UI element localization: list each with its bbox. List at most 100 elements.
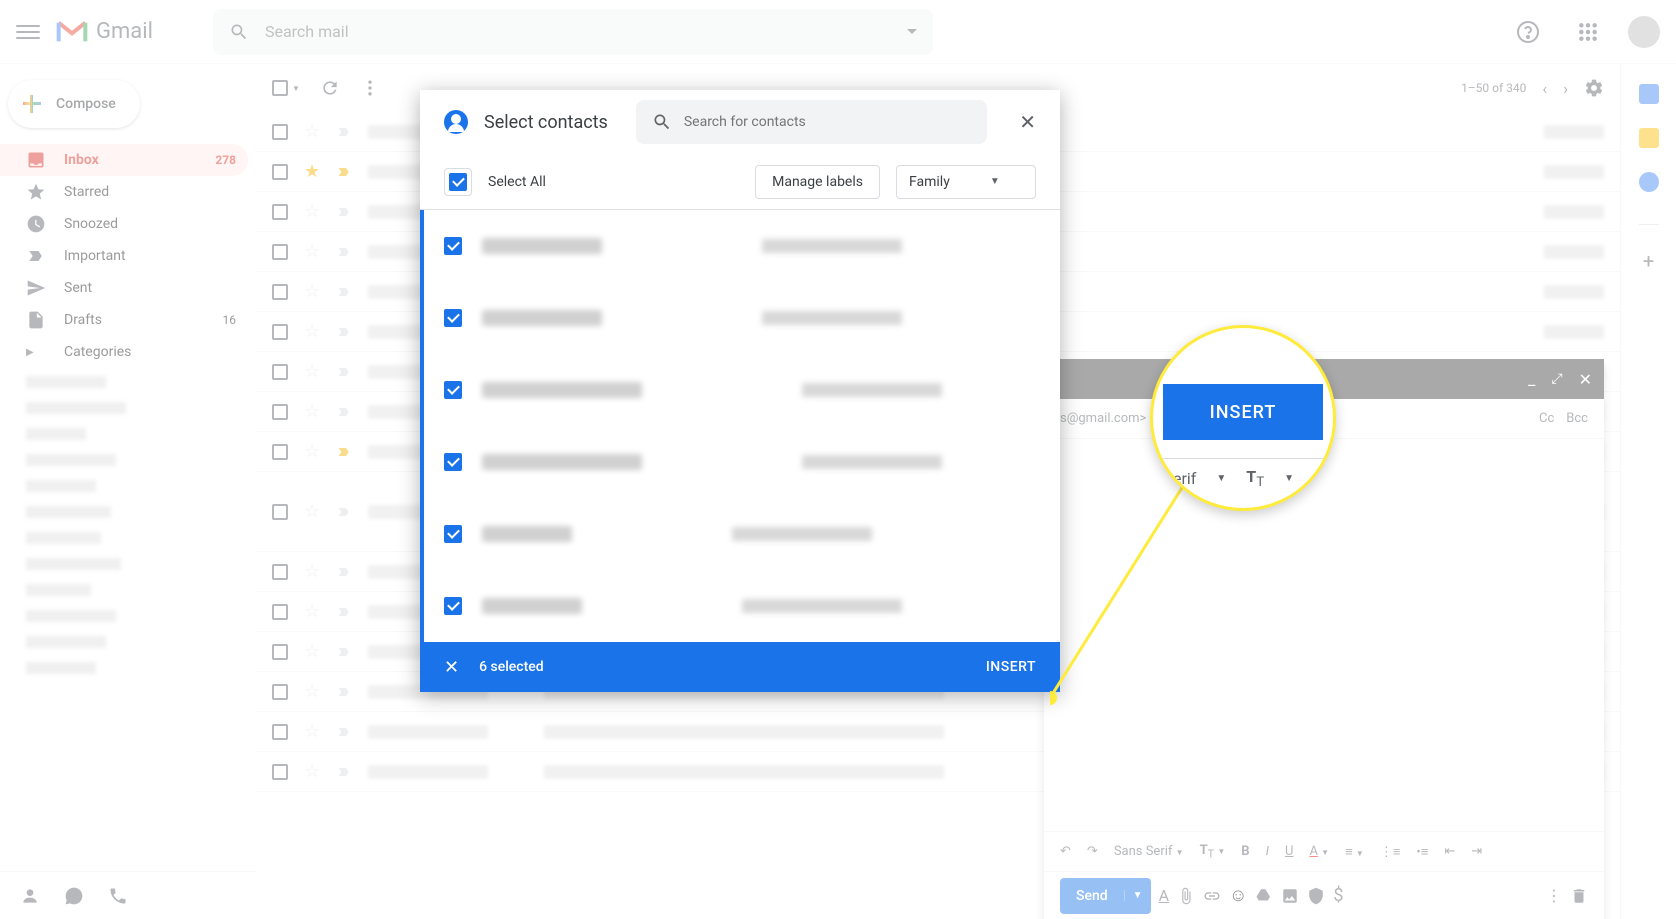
person-icon[interactable] — [20, 886, 40, 906]
contact-row[interactable] — [420, 498, 1060, 570]
support-button[interactable] — [1508, 12, 1548, 52]
star-icon[interactable]: ☆ — [304, 641, 320, 662]
important-marker-icon[interactable] — [336, 444, 352, 460]
sidebar-item-drafts[interactable]: Drafts 16 — [0, 304, 248, 336]
calendar-icon[interactable] — [1639, 84, 1659, 104]
star-icon[interactable]: ☆ — [304, 361, 320, 382]
contact-checkbox[interactable] — [444, 453, 462, 471]
indent-less-button[interactable]: ⇤ — [1444, 844, 1455, 859]
gmail-logo[interactable]: Gmail — [56, 19, 153, 44]
important-marker-icon[interactable] — [336, 724, 352, 740]
redo-icon[interactable]: ↷ — [1087, 844, 1098, 859]
sidebar-item-snoozed[interactable]: Snoozed — [0, 208, 248, 240]
dropdown-caret-icon[interactable]: ▼ — [292, 84, 300, 93]
contact-row[interactable] — [420, 282, 1060, 354]
star-icon[interactable]: ☆ — [304, 201, 320, 222]
cc-button[interactable]: Cc — [1539, 411, 1554, 426]
prev-page-button[interactable]: ‹ — [1542, 79, 1547, 98]
important-marker-icon[interactable] — [336, 164, 352, 180]
money-icon[interactable]: $ — [1333, 885, 1343, 906]
account-avatar[interactable] — [1628, 16, 1660, 48]
contact-checkbox[interactable] — [444, 237, 462, 255]
star-icon[interactable]: ☆ — [304, 681, 320, 702]
important-marker-icon[interactable] — [336, 564, 352, 580]
important-marker-icon[interactable] — [336, 644, 352, 660]
apps-button[interactable] — [1568, 12, 1608, 52]
minimize-icon[interactable]: _ — [1528, 370, 1535, 389]
star-icon[interactable]: ☆ — [304, 721, 320, 742]
star-icon[interactable]: ☆ — [304, 241, 320, 262]
send-button[interactable]: Send ▼ — [1060, 878, 1151, 914]
important-marker-icon[interactable] — [336, 684, 352, 700]
font-size-select[interactable]: TT ▼ — [1200, 843, 1226, 861]
footer-close-button[interactable]: ✕ — [444, 657, 459, 678]
sidebar-item-inbox[interactable]: Inbox 278 — [0, 144, 248, 176]
sidebar-item-starred[interactable]: Starred — [0, 176, 248, 208]
attach-icon[interactable] — [1177, 887, 1195, 905]
more-icon[interactable] — [360, 78, 380, 98]
confidential-icon[interactable] — [1307, 887, 1325, 905]
select-all-checkbox[interactable] — [272, 80, 288, 96]
drive-icon[interactable] — [1255, 887, 1273, 905]
contact-row[interactable] — [420, 354, 1060, 426]
search-options-dropdown[interactable] — [907, 29, 917, 34]
star-icon[interactable]: ★ — [304, 161, 320, 182]
sidebar-item-categories[interactable]: ▶ Categories — [0, 336, 248, 368]
search-input[interactable] — [265, 22, 907, 41]
close-icon[interactable]: ✕ — [1579, 370, 1592, 389]
align-button[interactable]: ≡ ▼ — [1345, 844, 1364, 860]
refresh-icon[interactable] — [320, 78, 340, 98]
phone-icon[interactable] — [108, 886, 128, 906]
numbered-list-button[interactable]: ⋮≡ — [1380, 844, 1401, 860]
label-filter-select[interactable]: Family ▼ — [896, 165, 1036, 199]
contact-checkbox[interactable] — [444, 525, 462, 543]
bulleted-list-button[interactable]: •≡ — [1416, 844, 1428, 860]
manage-labels-button[interactable]: Manage labels — [755, 165, 880, 199]
star-icon[interactable]: ☆ — [304, 401, 320, 422]
contacts-search[interactable] — [636, 100, 987, 144]
contact-row[interactable] — [420, 426, 1060, 498]
hangouts-icon[interactable] — [64, 886, 84, 906]
star-icon[interactable]: ☆ — [304, 761, 320, 782]
italic-button[interactable]: I — [1266, 844, 1269, 859]
underline-button[interactable]: U — [1285, 844, 1293, 859]
contact-row[interactable] — [420, 570, 1060, 642]
undo-icon[interactable]: ↶ — [1060, 844, 1071, 859]
fullscreen-icon[interactable]: ⤢ — [1551, 371, 1562, 387]
important-marker-icon[interactable] — [336, 764, 352, 780]
settings-icon[interactable] — [1584, 78, 1604, 98]
contacts-search-input[interactable] — [684, 114, 971, 130]
next-page-button[interactable]: › — [1563, 79, 1568, 98]
star-icon[interactable]: ☆ — [304, 601, 320, 622]
sidebar-item-sent[interactable]: Sent — [0, 272, 248, 304]
font-family-select[interactable]: Sans Serif ▼ — [1114, 844, 1184, 859]
add-addon-button[interactable]: + — [1643, 249, 1654, 273]
main-menu-button[interactable] — [16, 20, 40, 44]
insert-button[interactable]: INSERT — [986, 659, 1036, 675]
select-all-checkbox[interactable] — [449, 173, 467, 191]
bold-button[interactable]: B — [1241, 844, 1249, 859]
contact-checkbox[interactable] — [444, 597, 462, 615]
link-icon[interactable] — [1203, 887, 1221, 905]
important-marker-icon[interactable] — [336, 204, 352, 220]
compose-button[interactable]: Compose — [8, 80, 140, 128]
keep-icon[interactable] — [1639, 128, 1659, 148]
important-marker-icon[interactable] — [336, 404, 352, 420]
tasks-icon[interactable] — [1639, 172, 1659, 192]
star-icon[interactable]: ☆ — [304, 561, 320, 582]
important-marker-icon[interactable] — [336, 604, 352, 620]
bcc-button[interactable]: Bcc — [1566, 411, 1588, 426]
contact-row[interactable] — [420, 210, 1060, 282]
search-bar[interactable] — [213, 9, 933, 55]
important-marker-icon[interactable] — [336, 504, 352, 520]
indent-more-button[interactable]: ⇥ — [1471, 844, 1482, 859]
emoji-icon[interactable]: ☺ — [1229, 885, 1247, 906]
modal-close-button[interactable]: ✕ — [1019, 110, 1036, 134]
contact-checkbox[interactable] — [444, 381, 462, 399]
star-icon[interactable]: ☆ — [304, 441, 320, 462]
important-marker-icon[interactable] — [336, 124, 352, 140]
star-icon[interactable]: ☆ — [304, 281, 320, 302]
discard-icon[interactable] — [1570, 887, 1588, 905]
star-icon[interactable]: ☆ — [304, 321, 320, 342]
sidebar-item-important[interactable]: Important — [0, 240, 248, 272]
